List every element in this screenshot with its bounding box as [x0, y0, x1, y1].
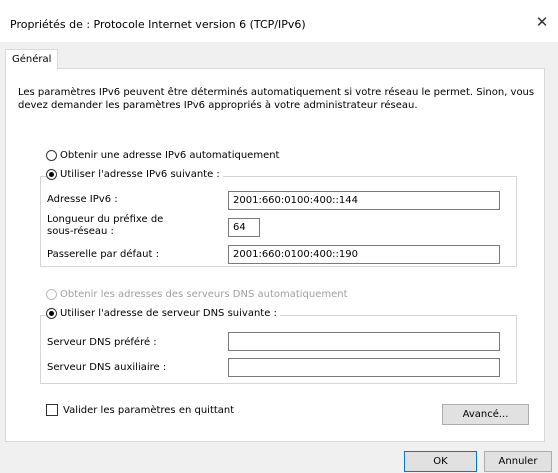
prefix-length-input[interactable]: 64	[228, 218, 260, 237]
prefix-length-label-line2: sous-réseau :	[47, 226, 114, 237]
gateway-input[interactable]: 2001:660:0100:400::190	[228, 245, 500, 264]
radio-dns-auto-label: Obtenir les adresses des serveurs DNS au…	[60, 289, 348, 300]
advanced-button[interactable]: Avancé...	[442, 404, 529, 425]
radio-ipv6-auto-label: Obtenir une adresse IPv6 automatiquement	[60, 150, 280, 161]
tab-general[interactable]: Général	[5, 49, 59, 70]
radio-button[interactable]	[46, 308, 57, 319]
radio-dns-manual[interactable]: Utiliser l'adresse de serveur DNS suivan…	[46, 308, 280, 319]
description-text: Les paramètres IPv6 peuvent être détermi…	[18, 87, 535, 111]
gateway-label: Passerelle par défaut :	[47, 249, 159, 260]
close-icon[interactable]: ✕	[534, 14, 550, 30]
cancel-button[interactable]: Annuler	[484, 451, 552, 472]
radio-ipv6-auto[interactable]: Obtenir une adresse IPv6 automatiquement	[46, 150, 279, 161]
ipv6-address-input[interactable]: 2001:660:0100:400::144	[228, 191, 500, 210]
ipv6-address-label: Adresse IPv6 :	[47, 194, 118, 205]
title-bar: Propriétés de : Protocole Internet versi…	[0, 0, 558, 42]
validate-checkbox[interactable]	[46, 404, 58, 416]
radio-button[interactable]	[46, 169, 57, 180]
preferred-dns-label: Serveur DNS préféré :	[47, 337, 157, 348]
prefix-length-label-line1: Longueur du préfixe de	[47, 214, 164, 225]
radio-ipv6-manual-label: Utiliser l'adresse IPv6 suivante :	[60, 169, 220, 180]
alternate-dns-input[interactable]	[228, 358, 500, 377]
radio-dns-manual-label: Utiliser l'adresse de serveur DNS suivan…	[60, 308, 277, 319]
radio-ipv6-manual[interactable]: Utiliser l'adresse IPv6 suivante :	[46, 169, 223, 180]
preferred-dns-input[interactable]	[228, 332, 500, 351]
radio-button[interactable]	[46, 289, 57, 300]
radio-dns-auto[interactable]: Obtenir les adresses des serveurs DNS au…	[46, 289, 348, 300]
window-title: Propriétés de : Protocole Internet versi…	[10, 18, 306, 31]
radio-button[interactable]	[46, 150, 57, 161]
ok-button[interactable]: OK	[404, 451, 477, 472]
validate-checkbox-label: Valider les paramètres en quittant	[63, 405, 235, 416]
tab-strip	[0, 42, 558, 68]
alternate-dns-label: Serveur DNS auxiliaire :	[47, 362, 167, 373]
